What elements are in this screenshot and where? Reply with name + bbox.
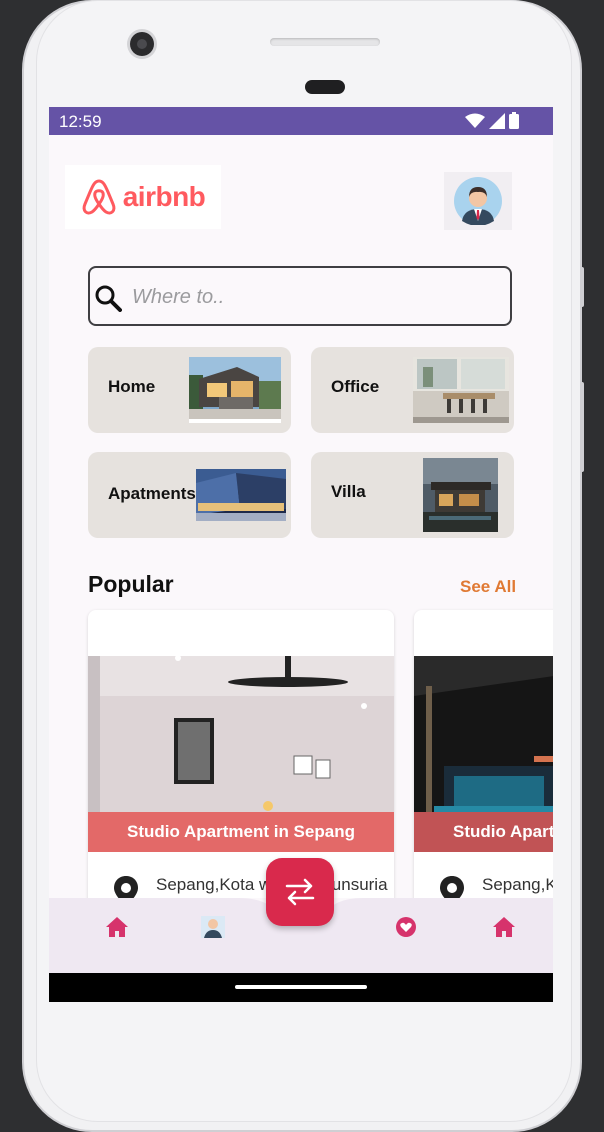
- section-title-popular: Popular: [88, 571, 174, 597]
- category-label: Apatments: [108, 484, 196, 503]
- system-navigation-bar: [49, 973, 553, 1002]
- user-avatar-icon: [454, 177, 502, 225]
- status-bar: 12:59: [49, 107, 553, 135]
- heart-icon[interactable]: [395, 916, 417, 938]
- status-time: 12:59: [59, 112, 102, 131]
- search-icon: [95, 285, 122, 312]
- category-apartments-image: [196, 469, 286, 521]
- wifi-icon: [465, 113, 485, 128]
- front-camera: [130, 32, 154, 56]
- search-bar[interactable]: [88, 266, 512, 326]
- signal-icon: [489, 112, 505, 129]
- airbnb-belo-icon: [82, 179, 116, 215]
- app-screen: 12:59 airbnb Hom: [49, 107, 553, 1002]
- speaker-grille: [270, 38, 380, 46]
- home-icon[interactable]: [105, 916, 129, 938]
- power-button: [580, 267, 584, 307]
- category-apartments[interactable]: Apatments: [88, 452, 291, 538]
- avatar[interactable]: [444, 172, 512, 230]
- property-card[interactable]: Studio Apartment in Sepang Sepang,Kota w…: [414, 610, 553, 930]
- property-title: Studio Apartment in Sepang: [88, 812, 394, 852]
- category-office-image: [413, 357, 509, 423]
- battery-icon: [509, 112, 519, 129]
- swap-arrows-icon: [285, 878, 315, 906]
- see-all-link[interactable]: See All: [460, 577, 516, 597]
- property-title: Studio Apartment in Sepang: [414, 812, 553, 852]
- earpiece: [305, 80, 345, 94]
- home-icon[interactable]: [492, 916, 516, 938]
- home-indicator[interactable]: [235, 985, 367, 989]
- category-office[interactable]: Office: [311, 347, 514, 433]
- property-card[interactable]: Studio Apartment in Sepang Sepang,Kota w…: [88, 610, 394, 930]
- volume-button: [580, 382, 584, 472]
- swap-fab-button[interactable]: [266, 858, 334, 926]
- category-home[interactable]: Home: [88, 347, 291, 433]
- category-home-image: [189, 357, 281, 423]
- airbnb-logo[interactable]: airbnb: [65, 165, 221, 229]
- category-label: Home: [108, 377, 156, 396]
- logo-wordmark: airbnb: [122, 181, 206, 212]
- category-villa-image: [423, 458, 498, 532]
- category-villa[interactable]: Villa: [311, 452, 514, 538]
- profile-icon[interactable]: [201, 916, 225, 938]
- category-label: Villa: [331, 482, 366, 501]
- search-input[interactable]: [130, 280, 504, 314]
- property-address: Sepang,Kota warisan,Lunsuria: [482, 875, 553, 894]
- category-label: Office: [331, 377, 380, 396]
